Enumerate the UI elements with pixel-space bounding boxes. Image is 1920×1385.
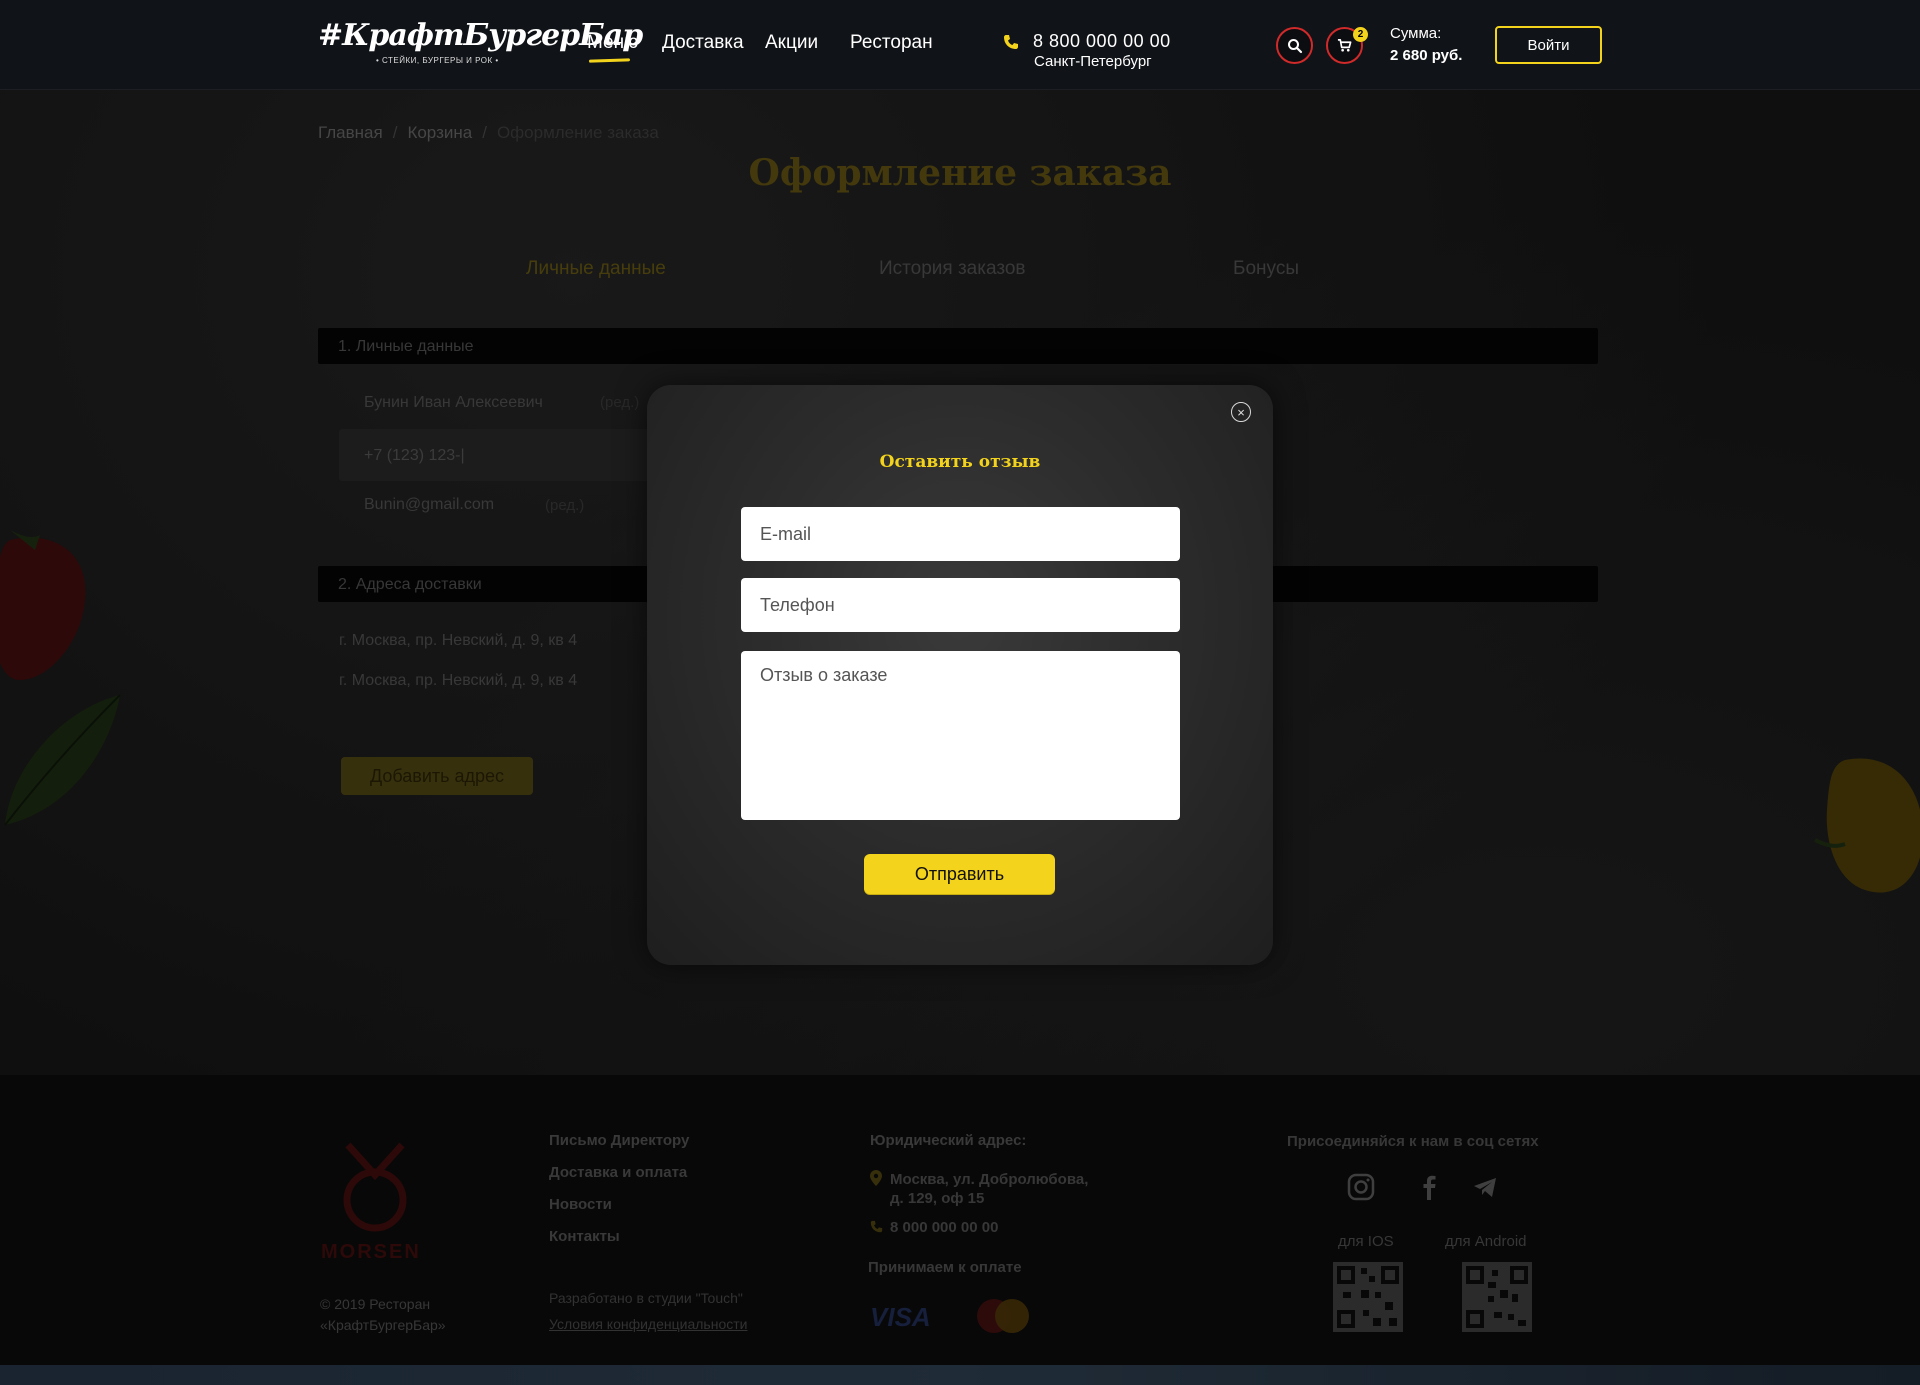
nav-restaurant[interactable]: Ресторан (850, 32, 933, 58)
city-selector[interactable]: Санкт-Петербург (1034, 53, 1152, 70)
email-field[interactable] (741, 507, 1180, 561)
review-textarea[interactable] (741, 651, 1180, 820)
login-button[interactable]: Войти (1495, 26, 1602, 64)
sum-label: Сумма: (1390, 25, 1442, 42)
site-header: #КрафтБургерБар • СТЕЙКИ, БУРГЕРЫ И РОК … (0, 0, 1920, 90)
nav-menu[interactable]: Меню (587, 32, 638, 58)
site-logo[interactable]: #КрафтБургерБар • СТЕЙКИ, БУРГЕРЫ И РОК … (318, 18, 643, 70)
cart-count-badge: 2 (1353, 27, 1368, 42)
close-icon[interactable]: × (1231, 402, 1251, 422)
nav-delivery[interactable]: Доставка (662, 32, 744, 58)
search-icon (1287, 38, 1302, 53)
nav-promotions[interactable]: Акции (765, 32, 818, 58)
phone-icon (1004, 35, 1018, 49)
search-button[interactable] (1276, 27, 1313, 64)
cart-icon (1337, 39, 1352, 52)
submit-review-button[interactable]: Отправить (864, 854, 1055, 894)
sum-value: 2 680 руб. (1390, 47, 1463, 64)
modal-title: Оставить отзыв (879, 452, 1041, 472)
logo-subtitle: • СТЕЙКИ, БУРГЕРЫ И РОК • (376, 56, 499, 65)
phone-field[interactable] (741, 578, 1180, 632)
header-phone[interactable]: 8 800 000 00 00 (1033, 31, 1171, 52)
